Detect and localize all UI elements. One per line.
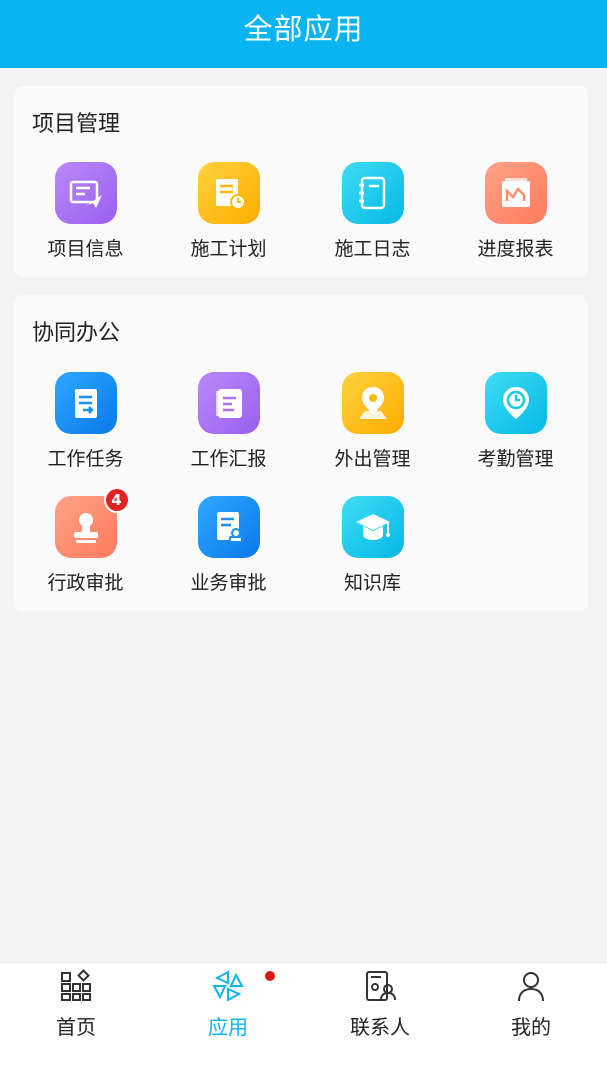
section-title: 协同办公 xyxy=(32,321,121,346)
app-construction-log[interactable]: 施工日志 xyxy=(301,162,444,272)
app-label: 业务审批 xyxy=(190,572,267,594)
progress-report-icon xyxy=(484,162,547,224)
app-attendance-management[interactable]: 考勤管理 xyxy=(444,372,587,482)
tab-contacts[interactable]: 联系人 xyxy=(304,963,456,1053)
tab-profile[interactable]: 我的 xyxy=(455,963,607,1053)
knowledge-base-icon xyxy=(341,496,404,558)
section-project-management: 项目管理 项目信息 施工计划 施工日志 进度报表 xyxy=(14,86,588,277)
outing-management-icon xyxy=(341,372,404,434)
app-label: 知识库 xyxy=(343,572,401,594)
app-label: 工作任务 xyxy=(47,448,124,470)
apps-icon xyxy=(211,969,275,1003)
app-label: 工作汇报 xyxy=(190,448,267,470)
app-label: 行政审批 xyxy=(47,572,124,594)
tab-label: 联系人 xyxy=(350,1015,410,1039)
tab-home[interactable]: 首页 xyxy=(0,963,152,1053)
app-business-approval[interactable]: 业务审批 xyxy=(157,496,300,606)
section-collaborative-office: 协同办公 工作任务 工作汇报 外出管理 考勤管理 4 行政审批 业务审批 知识库 xyxy=(14,295,588,611)
app-label: 施工日志 xyxy=(334,238,411,260)
page-title: 全部应用 xyxy=(243,12,364,46)
tab-apps[interactable]: 应用 xyxy=(152,963,304,1053)
app-label: 项目信息 xyxy=(47,238,124,260)
notification-badge: 4 xyxy=(103,487,130,513)
app-knowledge-base[interactable]: 知识库 xyxy=(301,496,444,606)
app-label: 施工计划 xyxy=(190,238,267,260)
construction-plan-icon xyxy=(197,162,260,224)
app-construction-plan[interactable]: 施工计划 xyxy=(157,162,300,272)
contacts-icon xyxy=(363,969,397,1003)
tab-label: 我的 xyxy=(511,1015,551,1039)
construction-log-icon xyxy=(341,162,404,224)
work-task-icon xyxy=(54,372,117,434)
app-admin-approval[interactable]: 4 行政审批 xyxy=(14,487,157,606)
section-title: 项目管理 xyxy=(32,112,121,137)
tab-label: 应用 xyxy=(208,1015,248,1039)
notification-dot xyxy=(265,971,275,981)
admin-approval-icon: 4 xyxy=(54,487,130,558)
project-info-icon xyxy=(54,162,117,224)
app-label: 进度报表 xyxy=(477,238,554,260)
bottom-tab-bar: 首页 应用 联系人 我的 xyxy=(0,962,607,1081)
business-approval-icon xyxy=(197,496,260,558)
app-header: 全部应用 xyxy=(0,0,607,68)
app-outing-management[interactable]: 外出管理 xyxy=(301,372,444,482)
tab-label: 首页 xyxy=(56,1015,96,1039)
profile-icon xyxy=(514,969,548,1003)
app-progress-report[interactable]: 进度报表 xyxy=(444,162,587,272)
app-work-task[interactable]: 工作任务 xyxy=(14,372,157,482)
app-label: 考勤管理 xyxy=(477,448,554,470)
attendance-management-icon xyxy=(484,372,547,434)
app-project-info[interactable]: 项目信息 xyxy=(14,162,157,272)
work-report-icon xyxy=(197,372,260,434)
home-grid-icon xyxy=(59,969,93,1003)
app-label: 外出管理 xyxy=(334,448,411,470)
app-work-report[interactable]: 工作汇报 xyxy=(157,372,300,482)
